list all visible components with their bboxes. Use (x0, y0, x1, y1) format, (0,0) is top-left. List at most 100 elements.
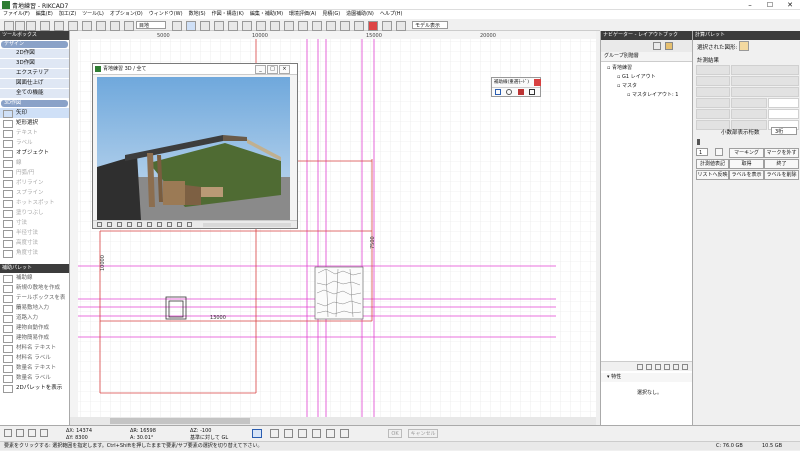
aux-line-palette[interactable]: 補助線(重選ﾓｰﾄﾞ) (491, 77, 541, 97)
menu-site[interactable]: 数地(S) (186, 10, 209, 19)
nav-bottom-icon-1[interactable] (637, 364, 643, 370)
tool-icon-12[interactable] (214, 21, 224, 31)
acquire-button[interactable]: 取得 (729, 159, 764, 169)
tools-section-header[interactable]: 3D作図 (1, 100, 68, 107)
mode-item[interactable]: エクステリア (0, 69, 69, 79)
red-tool-icon[interactable] (368, 21, 378, 31)
mode-item[interactable]: 図面仕上げ (0, 79, 69, 89)
tool-icon-2[interactable] (15, 21, 25, 31)
tool-item[interactable]: 高度寸法 (0, 238, 69, 248)
result-field-6[interactable] (731, 87, 799, 97)
maximize-button[interactable]: ☐ (760, 0, 780, 10)
tool-icon-4[interactable] (40, 21, 50, 31)
result-field-9[interactable] (696, 109, 730, 119)
nav-tool-icon-1[interactable] (653, 42, 661, 50)
coord-icon-2[interactable] (16, 429, 24, 437)
tool-icon-14[interactable] (242, 21, 252, 31)
result-field-1[interactable] (696, 65, 730, 75)
result-dropdown-2[interactable] (768, 109, 799, 119)
tool-icon-6[interactable] (68, 21, 78, 31)
nav-bottom-icon-4[interactable] (664, 364, 670, 370)
tool-item[interactable]: ポリライン (0, 178, 69, 188)
menu-landscape[interactable]: 造園補助(N) (343, 10, 377, 19)
folder-icon[interactable] (665, 42, 673, 50)
show-label-button[interactable]: ラベルを表示 (729, 170, 764, 180)
result-field-2[interactable] (731, 65, 799, 75)
tree-item[interactable]: ▫ G1 レイアウト (601, 73, 692, 82)
show-2d-palette-button[interactable]: 2Dパレットを表示 (0, 383, 69, 393)
marking-button[interactable]: マーキング (729, 148, 764, 158)
finish-button[interactable]: 終了 (764, 159, 799, 169)
tool-icon-11[interactable] (200, 21, 210, 31)
menu-edit-aux[interactable]: 編集・補助(M) (247, 10, 286, 19)
tool-item[interactable]: 角度寸法 (0, 248, 69, 258)
tool-icon-7[interactable] (82, 21, 92, 31)
3d-window[interactable]: 青地練習 3D / 全て _ □ × (92, 63, 298, 229)
aux-settings-icon[interactable] (529, 89, 535, 95)
tool-icon-1[interactable] (4, 21, 14, 31)
menu-edit[interactable]: 編集(E) (33, 10, 56, 19)
result-field-10[interactable] (731, 109, 767, 119)
navigator-tab[interactable]: グループ別階層 (601, 52, 692, 62)
tool-icon-19[interactable] (312, 21, 322, 31)
unmark-button[interactable]: マークを外す (764, 148, 799, 158)
bottom-tool-icon-4[interactable] (312, 429, 321, 438)
result-field-4[interactable] (731, 76, 799, 86)
slider-handle-icon[interactable] (697, 139, 700, 145)
tool-item[interactable]: 寸法 (0, 218, 69, 228)
palette-item[interactable]: 建物自動作成 (0, 323, 69, 333)
mode-item[interactable]: 2D作図 (0, 49, 69, 59)
tool-item[interactable]: 矩形選択 (0, 118, 69, 128)
result-field-7[interactable] (696, 98, 730, 108)
mode-item[interactable]: 全ての機能 (0, 89, 69, 99)
close-button[interactable]: ✕ (780, 0, 800, 10)
tool-item[interactable]: 線 (0, 158, 69, 168)
stepper-icon[interactable] (715, 148, 723, 156)
3d-tool-icon-4[interactable] (127, 222, 132, 227)
palette-item[interactable]: 数量名 ラベル (0, 373, 69, 383)
tool-icon-20[interactable] (326, 21, 336, 31)
3d-tool-icon-1[interactable] (97, 222, 102, 227)
measure-note-button[interactable]: 計測値表記 (696, 159, 729, 169)
tool-item[interactable]: 塗りつぶし (0, 208, 69, 218)
design-section-header[interactable]: デザイン (1, 41, 68, 48)
tool-icon-8[interactable] (96, 21, 106, 31)
menu-env[interactable]: 環境評価(A) (286, 10, 319, 19)
menu-estimate[interactable]: 見積(G) (319, 10, 343, 19)
delete-label-button[interactable]: ラベルを削除 (764, 170, 799, 180)
3d-tool-icon-2[interactable] (107, 222, 112, 227)
nav-bottom-icon-6[interactable] (682, 364, 688, 370)
tree-item[interactable]: ▫ 青地練習 (601, 64, 692, 73)
coord-icon-3[interactable] (28, 429, 36, 437)
tool-icon-16[interactable] (270, 21, 280, 31)
bottom-tool-icon-2[interactable] (284, 429, 293, 438)
3d-maximize-button[interactable]: □ (267, 65, 278, 74)
tool-item[interactable]: 円弧/円 (0, 168, 69, 178)
apply-list-button[interactable]: リストへ反映 (696, 170, 729, 180)
palette-item[interactable]: 補助線 (0, 273, 69, 283)
model-view-dropdown[interactable]: モデル表示 (412, 21, 448, 29)
tool-item[interactable]: 半径寸法 (0, 228, 69, 238)
cancel-button[interactable]: キャンセル (408, 429, 438, 438)
stepper-input[interactable]: 1 (696, 148, 708, 156)
3d-tool-icon-5[interactable] (167, 222, 172, 227)
coord-icon-1[interactable] (4, 429, 12, 437)
palette-item[interactable]: テールボックスを表示 (0, 293, 69, 311)
menu-file[interactable]: ファイル(F) (0, 10, 33, 19)
3d-pan-icon[interactable] (157, 222, 162, 227)
tool-icon-13[interactable] (228, 21, 238, 31)
palette-item[interactable]: 道路入力 (0, 313, 69, 323)
menu-options[interactable]: オプション(O) (107, 10, 146, 19)
3d-minimize-button[interactable]: _ (255, 65, 266, 74)
tool-item[interactable]: テキスト (0, 128, 69, 138)
result-field-8[interactable] (731, 98, 767, 108)
snap-icon[interactable] (252, 429, 262, 438)
3d-tool-icon-3[interactable] (117, 222, 122, 227)
palette-item[interactable]: 新規の敷地を作成 (0, 283, 69, 293)
3d-zoom-icon[interactable] (137, 222, 142, 227)
layer-icon[interactable] (124, 21, 134, 31)
menu-window[interactable]: ウィンドウ(W) (146, 10, 186, 19)
mode-item[interactable]: 3D作図 (0, 59, 69, 69)
tool-item[interactable]: オブジェクト (0, 148, 69, 158)
3d-tool-icon-6[interactable] (177, 222, 182, 227)
